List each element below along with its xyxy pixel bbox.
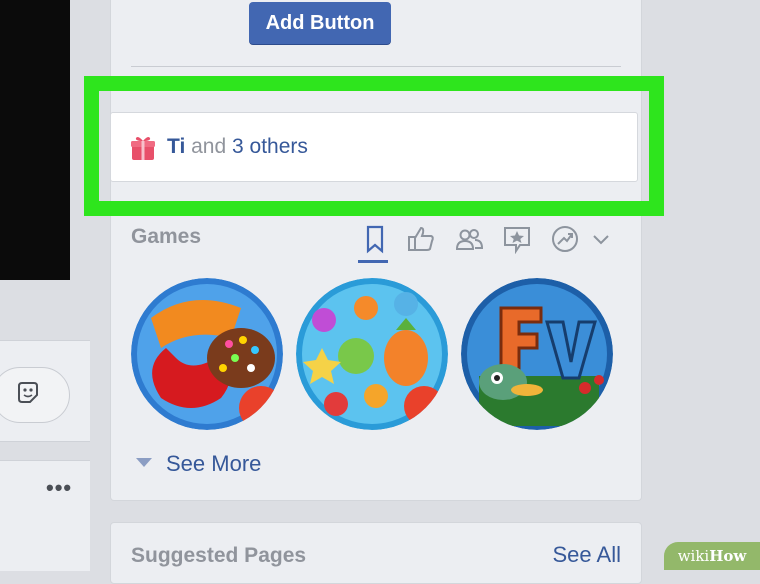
watermark-how: How (709, 547, 747, 565)
suggested-pages-card: Suggested Pages See All (110, 522, 642, 584)
see-more-label: See More (166, 451, 262, 476)
divider (131, 66, 621, 67)
add-button[interactable]: Add Button (249, 2, 391, 44)
video-panel[interactable] (0, 0, 70, 280)
chevron-down-icon[interactable] (590, 224, 612, 254)
see-all-link[interactable]: See All (553, 542, 622, 568)
sticker-button[interactable] (0, 367, 70, 423)
watermark-wiki: wiki (677, 547, 710, 565)
more-options-icon[interactable]: ••• (46, 477, 72, 499)
active-tab-underline (358, 260, 388, 263)
highlight-box (84, 76, 664, 216)
left-column: ••• (0, 0, 90, 571)
games-title: Games (131, 225, 202, 248)
suggested-pages-title: Suggested Pages (131, 544, 307, 567)
candy-crush-icon[interactable] (131, 278, 283, 430)
farm-heroes-icon[interactable] (296, 278, 448, 430)
star-speech-icon[interactable] (502, 224, 532, 254)
thumbs-up-icon[interactable] (406, 224, 436, 254)
trending-icon[interactable] (550, 224, 580, 254)
bookmark-icon[interactable] (360, 224, 390, 254)
composer-card (0, 340, 90, 442)
farmville-icon[interactable] (461, 278, 613, 430)
sticker-icon (18, 382, 38, 403)
see-more-link[interactable]: See More (136, 451, 261, 477)
caret-down-icon (136, 457, 152, 467)
post-card: ••• (0, 460, 90, 571)
wikihow-watermark: wikiHow (664, 542, 760, 570)
friends-icon[interactable] (454, 224, 484, 254)
